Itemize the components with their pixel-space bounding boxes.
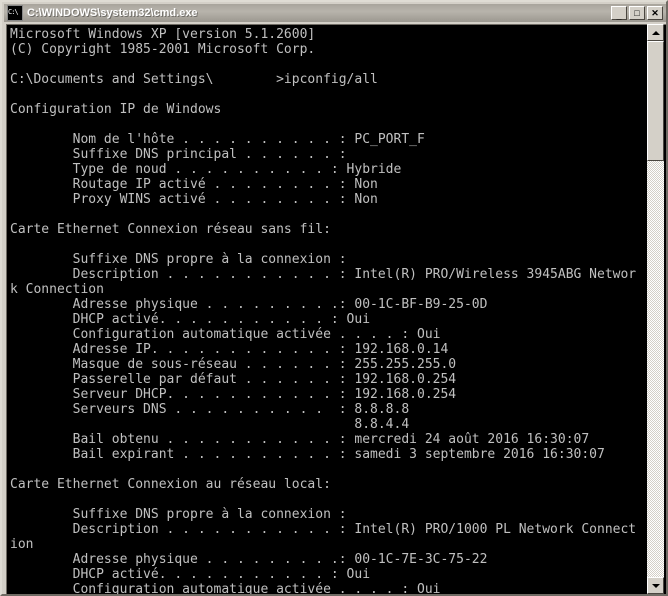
console-line: Suffixe DNS propre à la connexion :	[10, 507, 347, 522]
console-line: Adresse physique . . . . . . . . .: 00-1…	[10, 297, 488, 312]
console-line: Adresse physique . . . . . . . . .: 00-1…	[10, 552, 488, 567]
console-line: Suffixe DNS propre à la connexion :	[10, 252, 347, 267]
console-line: Proxy WINS activé . . . . . . . . : Non	[10, 192, 378, 207]
console-line: Masque de sous-réseau . . . . . . : 255.…	[10, 357, 457, 372]
console-line: Configuration automatique activée . . . …	[10, 582, 441, 594]
scroll-up-arrow-icon	[651, 30, 660, 35]
window-title: C:\WINDOWS\system32\cmd.exe	[27, 7, 198, 19]
console-client-area[interactable]: Microsoft Windows XP [version 5.1.2600](…	[6, 24, 666, 594]
maximize-button[interactable]: □	[629, 6, 645, 20]
console-line: Type de noud . . . . . . . . . . : Hybri…	[10, 162, 402, 177]
console-line: Suffixe DNS principal . . . . . . :	[10, 147, 347, 162]
cmd-window: C:\WINDOWS\system32\cmd.exe _ □ ✕ Micros…	[0, 0, 668, 596]
console-line: Configuration IP de Windows	[10, 102, 222, 117]
console-line: k Connection	[10, 282, 104, 297]
minimize-button[interactable]: _	[611, 6, 627, 21]
scroll-down-arrow-icon	[651, 583, 660, 588]
console-line: DHCP activé. . . . . . . . . . . : Oui	[10, 312, 371, 327]
window-controls: _ □ ✕	[611, 6, 663, 21]
scroll-down-arrow-button[interactable]	[647, 577, 664, 594]
console-line: 8.8.4.4	[10, 417, 410, 432]
cmd-console-icon	[7, 5, 23, 21]
console-line: Configuration automatique activée . . . …	[10, 327, 441, 342]
console-line: Carte Ethernet Connexion au réseau local…	[10, 477, 331, 492]
console-line: Serveur DHCP. . . . . . . . . . . : 192.…	[10, 387, 457, 402]
console-line: Bail expirant . . . . . . . . . . : same…	[10, 447, 605, 462]
console-line: Bail obtenu . . . . . . . . . . . : merc…	[10, 432, 590, 447]
scroll-up-arrow-button[interactable]	[647, 24, 664, 41]
scrollbar-thumb[interactable]	[647, 41, 664, 161]
console-line: Nom de l'hôte . . . . . . . . . . : PC_P…	[10, 132, 425, 147]
close-button[interactable]: ✕	[647, 6, 663, 20]
console-line: Microsoft Windows XP [version 5.1.2600]	[10, 27, 316, 42]
minimize-icon: _	[616, 11, 622, 21]
console-line: Carte Ethernet Connexion réseau sans fil…	[10, 222, 331, 237]
maximize-icon: □	[634, 8, 640, 18]
console-line: Routage IP activé . . . . . . . . : Non	[10, 177, 378, 192]
console-line: ion	[10, 537, 34, 552]
console-output[interactable]: Microsoft Windows XP [version 5.1.2600](…	[8, 25, 649, 594]
console-line: DHCP activé. . . . . . . . . . . : Oui	[10, 567, 371, 582]
console-line: (C) Copyright 1985-2001 Microsoft Corp.	[10, 42, 316, 57]
console-line: C:\Documents and Settings\ >ipconfig/all	[10, 72, 378, 87]
vertical-scrollbar[interactable]	[647, 24, 664, 594]
console-line: Serveurs DNS . . . . . . . . . . : 8.8.8…	[10, 402, 410, 417]
console-line: Description . . . . . . . . . . . : Inte…	[10, 522, 637, 537]
console-line: Passerelle par défaut . . . . . . : 192.…	[10, 372, 457, 387]
console-line: Description . . . . . . . . . . . : Inte…	[10, 267, 637, 282]
title-bar[interactable]: C:\WINDOWS\system32\cmd.exe _ □ ✕	[4, 4, 666, 22]
close-icon: ✕	[651, 8, 659, 18]
console-line: Adresse IP. . . . . . . . . . . . : 192.…	[10, 342, 449, 357]
